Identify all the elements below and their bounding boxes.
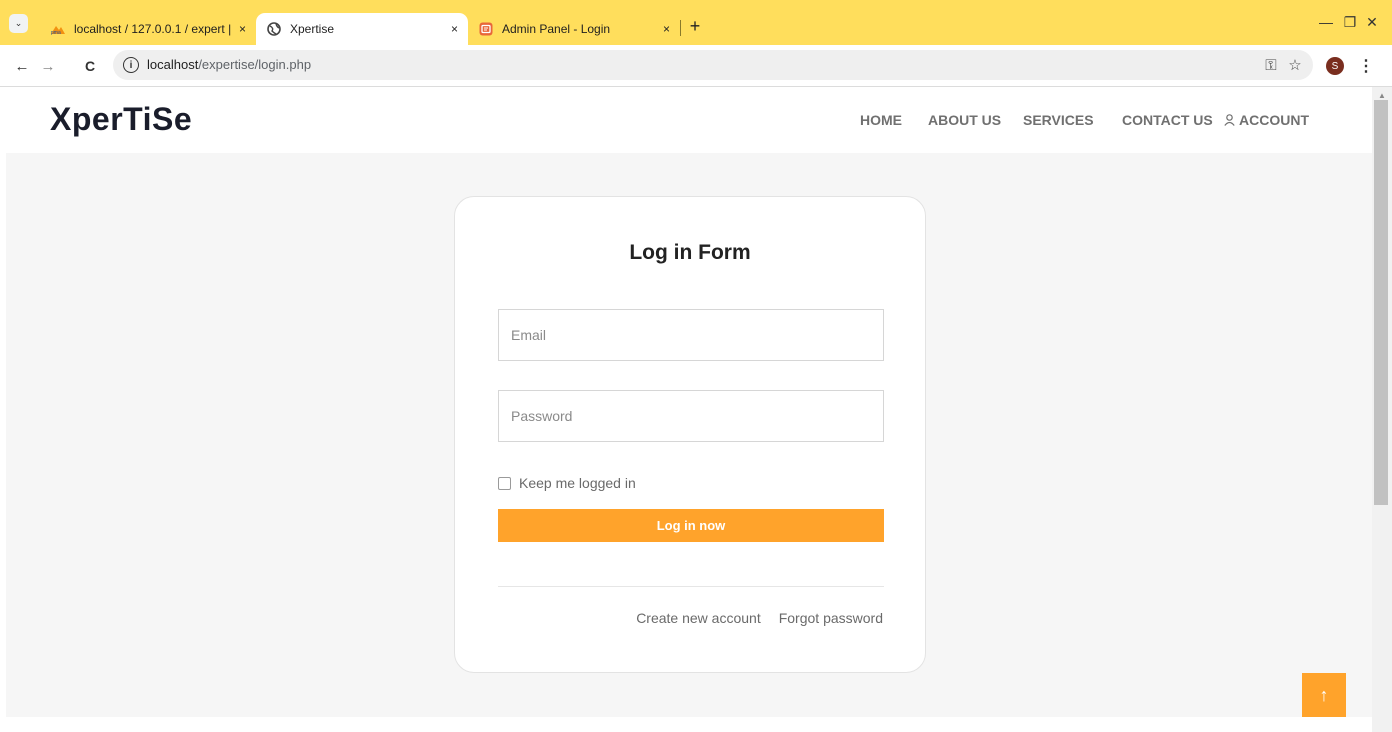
- forward-icon[interactable]: →: [36, 54, 60, 78]
- site-info-icon[interactable]: i: [123, 57, 139, 73]
- remember-me-row[interactable]: Keep me logged in: [498, 475, 636, 491]
- address-url[interactable]: localhost/expertise/login.php: [147, 57, 311, 72]
- tab-separator: [680, 20, 681, 36]
- browser-tab-strip: ⌄ pma localhost / 127.0.0.1 / expert | p…: [0, 0, 1392, 45]
- tab-close-icon[interactable]: ×: [663, 22, 670, 36]
- tab-title: Xpertise: [290, 22, 335, 36]
- tab-close-icon[interactable]: ×: [239, 22, 246, 36]
- reload-icon[interactable]: C: [78, 54, 102, 78]
- tab-title: Admin Panel - Login: [502, 22, 611, 36]
- svg-text:pma: pma: [51, 30, 61, 35]
- profile-avatar[interactable]: S: [1326, 57, 1344, 75]
- site-logo[interactable]: XperTiSe: [50, 101, 192, 138]
- nav-account-label: ACCOUNT: [1239, 112, 1309, 128]
- globe-icon: [266, 21, 282, 37]
- tab-title: localhost / 127.0.0.1 / expert | p: [74, 22, 233, 36]
- address-path: /expertise/login.php: [198, 57, 312, 72]
- nav-account[interactable]: ACCOUNT: [1224, 112, 1309, 128]
- login-card: Log in Form Keep me logged in Log in now…: [454, 196, 926, 673]
- back-to-top-button[interactable]: ↑: [1302, 673, 1346, 717]
- admin-panel-icon: [478, 21, 494, 37]
- login-button[interactable]: Log in now: [498, 509, 884, 542]
- tab-phpmyadmin[interactable]: pma localhost / 127.0.0.1 / expert | p ×: [40, 13, 256, 45]
- tab-xpertise[interactable]: Xpertise ×: [256, 13, 468, 45]
- scroll-up-icon[interactable]: ▲: [1378, 91, 1386, 100]
- nav-home[interactable]: HOME: [860, 112, 902, 128]
- new-tab-icon[interactable]: +: [684, 15, 706, 37]
- tab-admin-panel[interactable]: Admin Panel - Login ×: [468, 13, 680, 45]
- nav-about-us[interactable]: ABOUT US: [928, 112, 1001, 128]
- remember-me-checkbox[interactable]: [498, 476, 511, 490]
- page-scrollbar[interactable]: ▲: [1372, 87, 1392, 732]
- site-header: XperTiSe HOME ABOUT US SERVICES CONTACT …: [0, 87, 1372, 153]
- restore-icon[interactable]: ❐: [1340, 12, 1360, 32]
- form-links: Create new account Forgot password: [618, 610, 883, 626]
- form-title: Log in Form: [629, 241, 751, 264]
- back-icon[interactable]: ←: [10, 54, 34, 78]
- key-icon[interactable]: ⚿: [1261, 55, 1281, 75]
- bookmark-star-icon[interactable]: ☆: [1285, 55, 1305, 75]
- forgot-password-link[interactable]: Forgot password: [779, 610, 883, 626]
- tab-close-icon[interactable]: ×: [451, 22, 458, 36]
- browser-toolbar: ← → C i localhost/expertise/login.php ⚿ …: [0, 45, 1392, 87]
- email-input[interactable]: [498, 309, 884, 361]
- scroll-thumb[interactable]: [1374, 100, 1388, 505]
- address-bar[interactable]: i localhost/expertise/login.php ⚿ ☆: [113, 50, 1313, 80]
- close-window-icon[interactable]: ✕: [1362, 12, 1382, 32]
- form-divider: [498, 586, 884, 587]
- remember-me-label[interactable]: Keep me logged in: [519, 475, 636, 491]
- password-input[interactable]: [498, 390, 884, 442]
- minimize-icon[interactable]: —: [1316, 12, 1336, 32]
- nav-services[interactable]: SERVICES: [1023, 112, 1094, 128]
- user-icon: [1224, 114, 1235, 126]
- page-body: Log in Form Keep me logged in Log in now…: [6, 153, 1372, 717]
- create-account-link[interactable]: Create new account: [636, 610, 761, 626]
- browser-menu-icon[interactable]: ⋮: [1358, 55, 1374, 77]
- page-viewport: XperTiSe HOME ABOUT US SERVICES CONTACT …: [0, 87, 1372, 732]
- address-host: localhost: [147, 57, 199, 72]
- phpmyadmin-icon: pma: [50, 21, 66, 37]
- tab-search-dropdown-icon[interactable]: ⌄: [9, 14, 28, 33]
- nav-contact-us[interactable]: CONTACT US: [1122, 112, 1213, 128]
